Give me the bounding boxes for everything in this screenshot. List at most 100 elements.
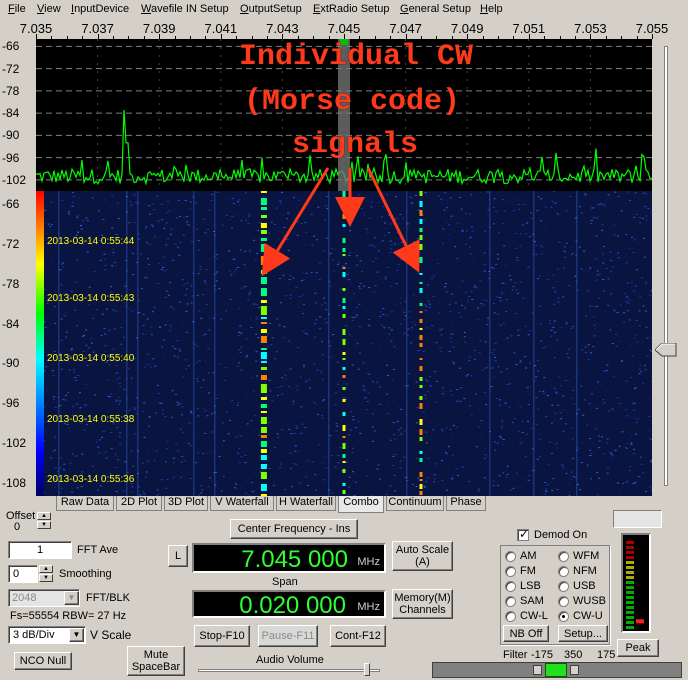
tab-combo[interactable]: Combo <box>338 496 384 513</box>
setup-button[interactable]: Setup... <box>558 625 608 642</box>
continue-button[interactable]: Cont-F12 <box>330 625 386 647</box>
mode-radio-sam[interactable]: SAM <box>505 595 544 607</box>
offset-value[interactable]: 0 <box>14 521 20 533</box>
view-tabs: Raw Data 2D Plot 3D Plot V Waterfall H Water… <box>36 496 656 513</box>
memory-channels-button[interactable]: Memory(M) Channels <box>392 589 453 619</box>
arrow-right <box>366 167 420 273</box>
span-value: 0.020 000 <box>239 592 346 619</box>
filter-slider-thumb[interactable] <box>545 663 567 677</box>
mute-line-2: SpaceBar <box>131 661 181 673</box>
center-frequency-value: 7.045 000 <box>241 546 348 573</box>
radio-label: AM <box>520 550 537 562</box>
mode-radio-fm[interactable]: FM <box>505 565 536 577</box>
audio-volume-track[interactable] <box>198 669 380 672</box>
radio-dot[interactable] <box>505 565 516 577</box>
demod-on-checkbox[interactable]: Demod On <box>517 527 588 541</box>
radio-label: WUSB <box>573 595 606 607</box>
mode-radio-cw-l[interactable]: CW-L <box>505 610 548 622</box>
meter-segment <box>626 616 634 619</box>
tab-2d-plot[interactable]: 2D Plot <box>116 496 162 511</box>
offset-spin-down[interactable]: ▼ <box>37 521 51 529</box>
filter-slider-right-handle[interactable] <box>570 665 579 675</box>
mode-radio-wfm[interactable]: WFM <box>558 550 599 562</box>
radio-label: SAM <box>520 595 544 607</box>
stop-button[interactable]: Stop-F10 <box>194 625 250 647</box>
demod-on-check[interactable] <box>517 527 529 541</box>
radio-dot[interactable] <box>505 550 516 562</box>
tab-phase[interactable]: Phase <box>446 496 486 511</box>
filter-label: Filter <box>503 649 528 661</box>
meter-segment <box>626 586 634 589</box>
nco-null-button[interactable]: NCO Null <box>14 652 72 670</box>
radio-dot[interactable] <box>558 550 569 562</box>
audio-volume-thumb[interactable] <box>364 663 371 676</box>
smoothing-label: Smoothing <box>59 568 112 580</box>
fft-ave-label: FFT Ave <box>77 544 119 556</box>
signal-readout <box>613 510 662 528</box>
meter-level-marker <box>636 619 644 624</box>
fft-ave-input[interactable]: 1 <box>8 541 72 559</box>
mute-button[interactable]: Mute SpaceBar <box>127 646 185 676</box>
auto-scale-button[interactable]: Auto Scale (A) <box>392 541 453 571</box>
offset-spin-up[interactable]: ▲ <box>37 512 51 520</box>
tab-3d-plot[interactable]: 3D Plot <box>164 496 208 511</box>
auto-scale-line-2: (A) <box>415 556 430 568</box>
demod-on-label: Demod On <box>534 529 588 541</box>
memory-line-1: Memory(M) <box>394 592 451 604</box>
l-button[interactable]: L <box>168 545 188 567</box>
mode-radio-am[interactable]: AM <box>505 550 537 562</box>
vscale-dropdown-icon[interactable]: ▼ <box>69 628 84 642</box>
radio-dot[interactable] <box>558 595 569 607</box>
meter-segment <box>626 571 634 574</box>
radio-dot[interactable] <box>558 580 569 592</box>
signal-meter <box>621 533 651 633</box>
tab-h-waterfall[interactable]: H Waterfall <box>276 496 336 511</box>
meter-segment <box>626 546 634 549</box>
filter-high: 175 <box>597 649 616 661</box>
gain-slider-thumb[interactable] <box>654 342 677 357</box>
radio-label: LSB <box>520 580 541 592</box>
mode-radio-usb[interactable]: USB <box>558 580 596 592</box>
peak-button[interactable]: Peak <box>617 639 659 657</box>
pause-button[interactable]: Pause-F11 <box>258 625 318 647</box>
meter-segment <box>626 576 634 579</box>
span-display[interactable]: 0.020 000 MHz <box>192 590 386 619</box>
nb-off-button[interactable]: NB Off <box>503 625 549 642</box>
tab-continuum[interactable]: Continuum <box>386 496 444 511</box>
tab-raw-data[interactable]: Raw Data <box>56 496 114 511</box>
radio-dot[interactable] <box>505 610 516 622</box>
radio-dot[interactable] <box>558 610 569 622</box>
meter-segment <box>626 601 634 604</box>
smoothing-spin-down[interactable]: ▼ <box>39 574 53 582</box>
arrow-left <box>261 167 330 277</box>
auto-scale-line-1: Auto Scale <box>395 544 450 556</box>
smoothing-input[interactable]: 0 <box>8 565 38 583</box>
radio-label: WFM <box>573 550 600 562</box>
fft-blk-dropdown-icon[interactable]: ▼ <box>64 591 79 605</box>
meter-segment <box>626 566 634 569</box>
smoothing-spin-up[interactable]: ▲ <box>39 565 53 573</box>
mode-radio-nfm[interactable]: NFM <box>558 565 597 577</box>
filter-slider-left-handle[interactable] <box>533 665 542 675</box>
fft-blk-label: FFT/BLK <box>86 592 131 604</box>
tab-v-waterfall[interactable]: V Waterfall <box>210 496 274 511</box>
offset-label: Offset <box>6 510 36 522</box>
span-unit: MHz <box>357 601 380 613</box>
center-frequency-display[interactable]: 7.045 000 MHz <box>192 543 386 573</box>
filter-low: -175 <box>531 649 554 661</box>
radio-dot[interactable] <box>505 580 516 592</box>
meter-segment <box>626 606 634 609</box>
radio-label: USB <box>573 580 596 592</box>
radio-dot[interactable] <box>558 565 569 577</box>
meter-segment <box>626 621 634 624</box>
center-frequency-unit: MHz <box>357 556 380 568</box>
radio-dot[interactable] <box>505 595 516 607</box>
mode-radio-cw-u[interactable]: CW-U <box>558 610 603 622</box>
center-frequency-button[interactable]: Center Frequency - Ins <box>230 519 358 539</box>
mute-line-1: Mute <box>143 649 169 661</box>
meter-segment <box>626 596 634 599</box>
mode-radio-wusb[interactable]: WUSB <box>558 595 606 607</box>
mode-radio-lsb[interactable]: LSB <box>505 580 541 592</box>
radio-label: NFM <box>573 565 597 577</box>
gain-slider-track[interactable] <box>664 46 668 486</box>
